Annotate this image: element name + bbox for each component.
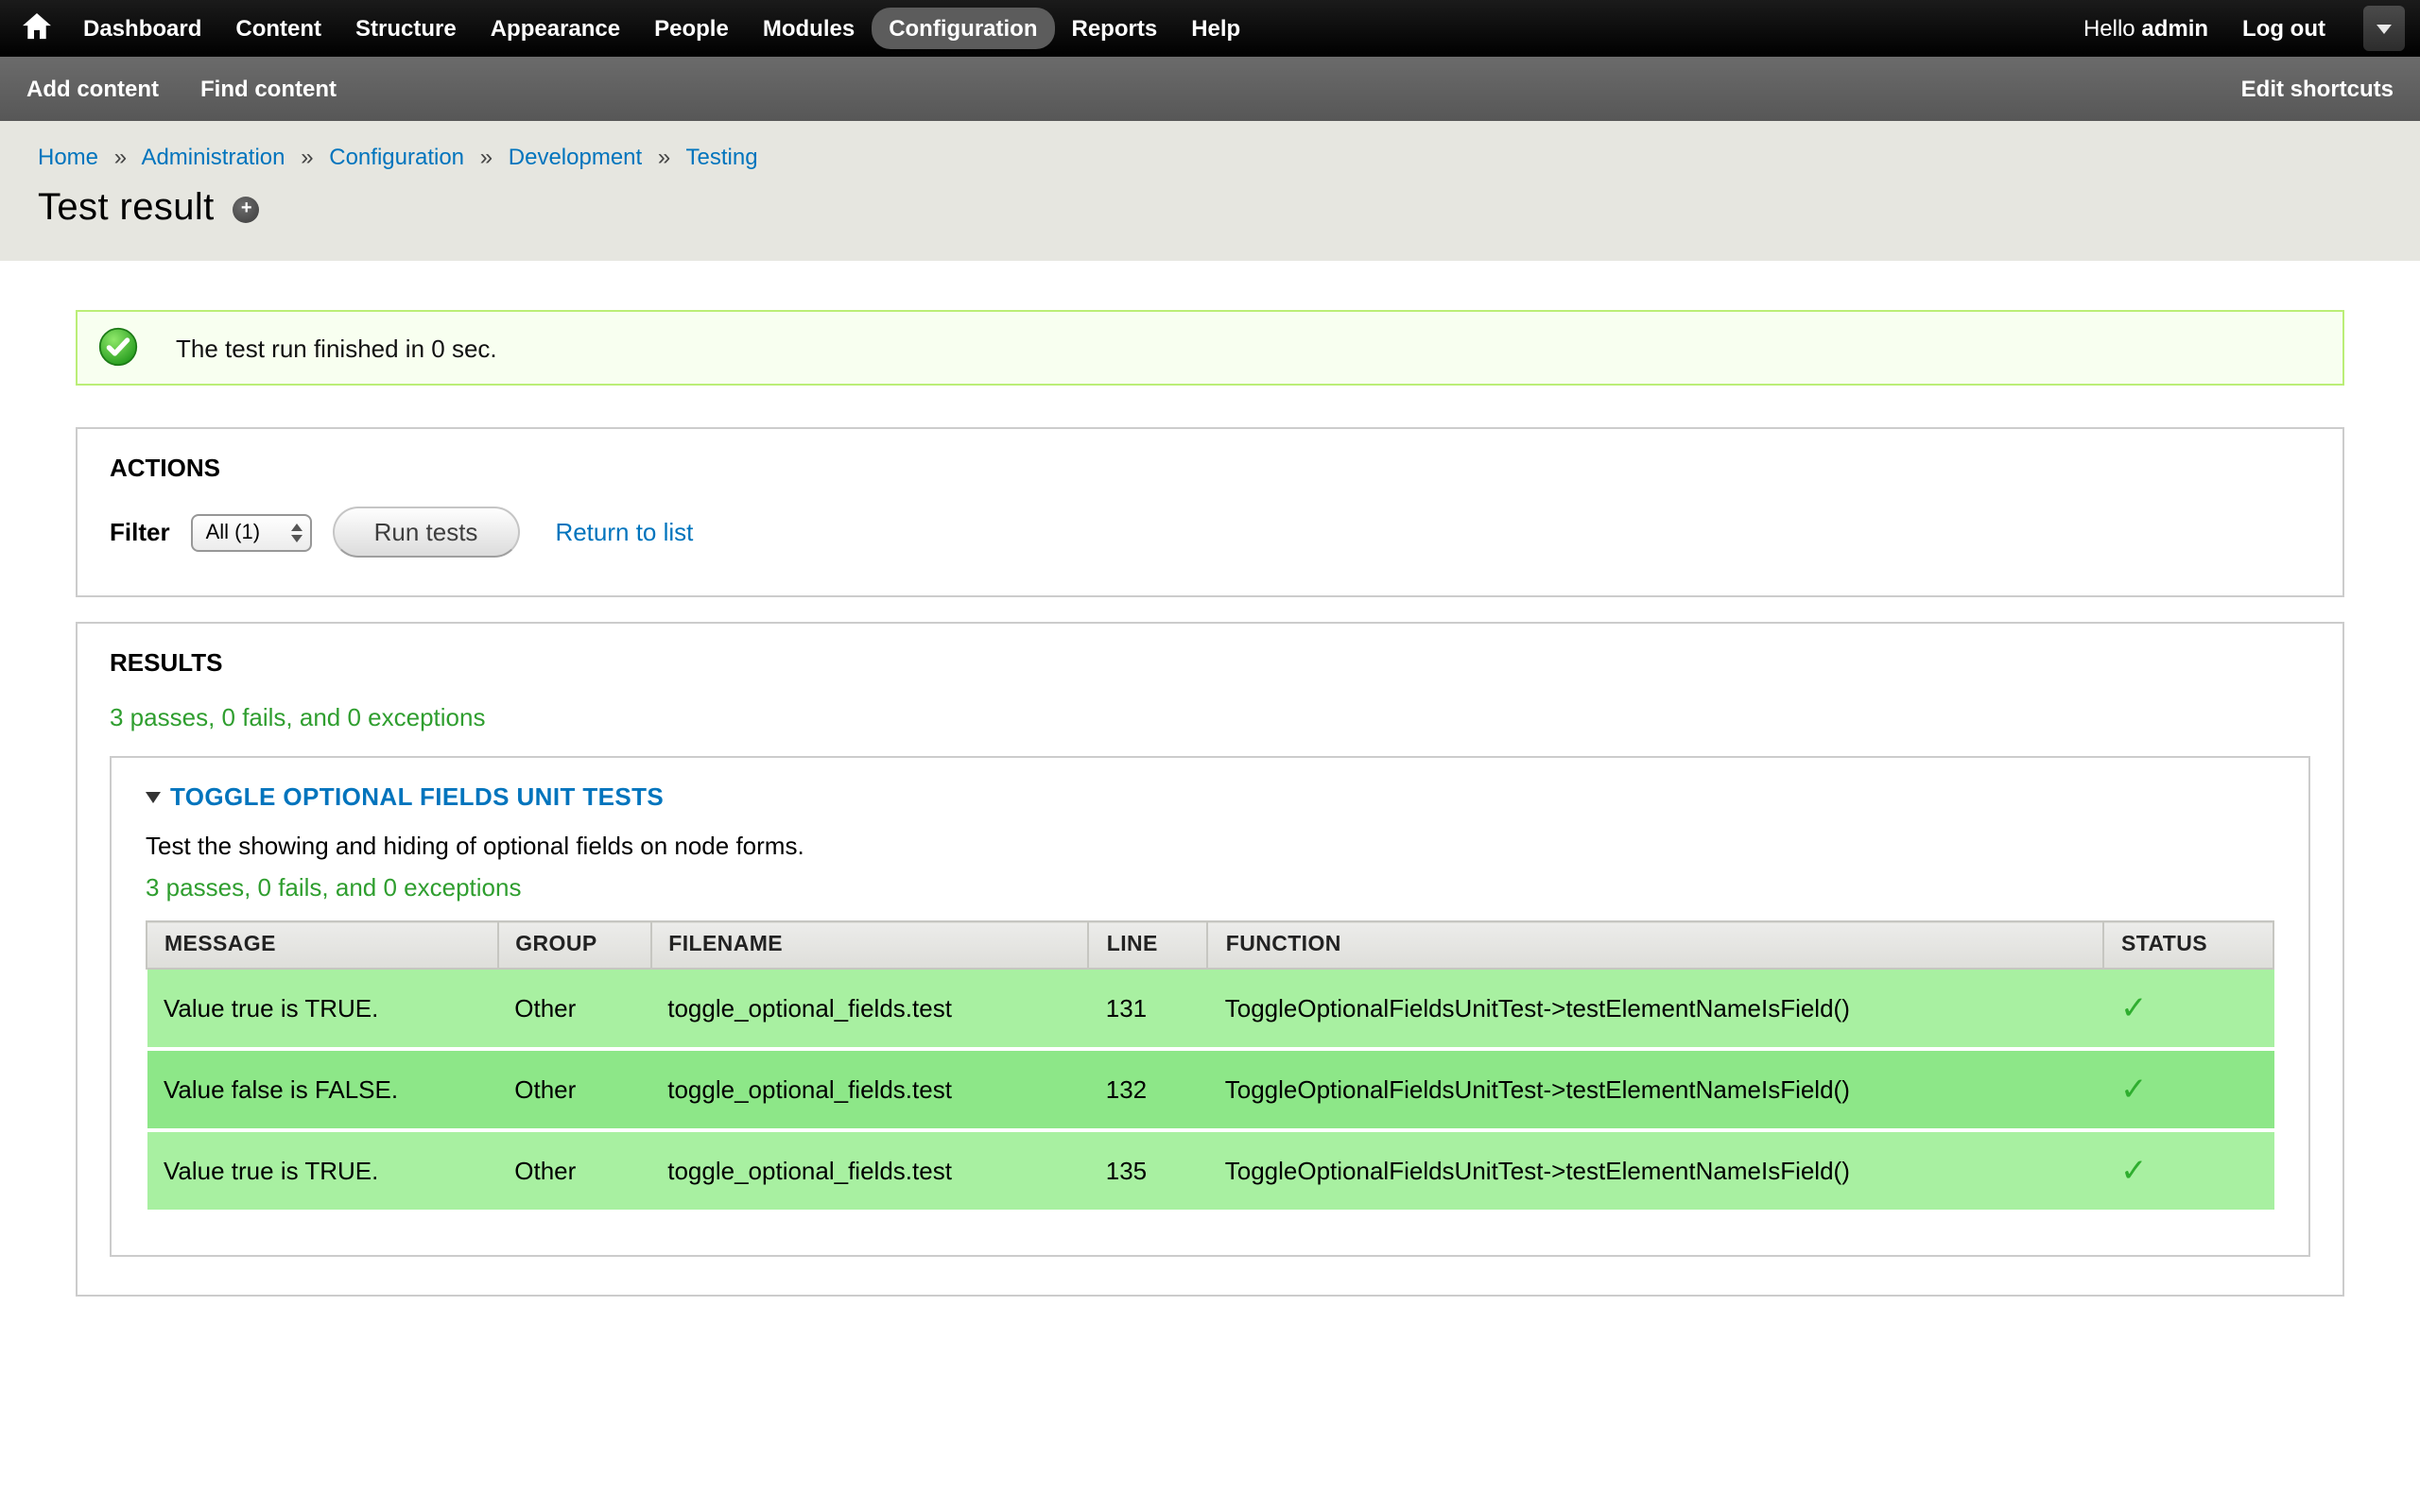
breadcrumb-separator: » [114,144,127,170]
results-table: MESSAGE GROUP FILENAME LINE FUNCTION STA… [146,920,2274,1213]
toolbar-item-reports[interactable]: Reports [1055,8,1175,49]
test-group-summary: 3 passes, 0 fails, and 0 exceptions [146,873,2274,902]
results-fieldset: RESULTS 3 passes, 0 fails, and 0 excepti… [76,622,2344,1297]
breadcrumb-separator: » [480,144,493,170]
filter-select-value: All (1) [206,521,260,543]
add-shortcut-icon[interactable]: + [233,196,260,222]
cell-message: Value true is TRUE. [147,1130,497,1211]
test-group-fieldset: TOGGLE OPTIONAL FIELDS UNIT TESTS Test t… [110,756,2310,1257]
filter-label: Filter [110,518,170,546]
cell-line: 132 [1089,1049,1208,1130]
pass-check-icon: ✓ [2120,1072,2148,1108]
page-title: Test result [38,187,215,231]
cell-message: Value true is TRUE. [147,969,497,1049]
cell-group: Other [497,1130,650,1211]
edit-shortcuts-link[interactable]: Edit shortcuts [2241,76,2394,102]
actions-legend: ACTIONS [110,454,2310,482]
filter-select[interactable]: All (1) [191,513,312,551]
header-filename: FILENAME [650,921,1089,969]
cell-function: ToggleOptionalFieldsUnitTest->testElemen… [1208,1049,2103,1130]
test-group-title-link[interactable]: TOGGLE OPTIONAL FIELDS UNIT TESTS [170,782,664,811]
breadcrumb-testing[interactable]: Testing [686,144,758,170]
breadcrumb-separator: » [301,144,313,170]
page-header: Home » Administration » Configuration » … [0,121,2420,261]
header-status: STATUS [2103,921,2273,969]
shortcut-find-content[interactable]: Find content [200,76,337,102]
cell-function: ToggleOptionalFieldsUnitTest->testElemen… [1208,1130,2103,1211]
cell-line: 131 [1089,969,1208,1049]
page: Dashboard Content Structure Appearance P… [0,0,2420,1512]
breadcrumb-home[interactable]: Home [38,144,98,170]
header-group: GROUP [497,921,650,969]
select-stepper-icon [291,523,302,541]
table-row: Value true is TRUE. Other toggle_optiona… [147,969,2273,1049]
status-message: The test run finished in 0 sec. [76,310,2344,386]
cell-filename: toggle_optional_fields.test [650,969,1089,1049]
results-summary: 3 passes, 0 fails, and 0 exceptions [110,703,2310,731]
header-message: MESSAGE [147,921,497,969]
pass-check-icon: ✓ [2120,990,2148,1026]
cell-group: Other [497,1049,650,1130]
breadcrumb: Home » Administration » Configuration » … [38,144,2382,170]
home-button[interactable] [15,7,66,50]
cell-line: 135 [1089,1130,1208,1211]
breadcrumb-administration[interactable]: Administration [141,144,285,170]
toolbar-item-help[interactable]: Help [1174,8,1257,49]
run-tests-button[interactable]: Run tests [333,507,520,558]
main-content: The test run finished in 0 sec. ACTIONS … [0,261,2420,1397]
breadcrumb-development[interactable]: Development [509,144,642,170]
shortcut-bar: Add content Find content Edit shortcuts [0,57,2420,121]
table-header-row: MESSAGE GROUP FILENAME LINE FUNCTION STA… [147,921,2273,969]
test-group-description: Test the showing and hiding of optional … [146,832,2274,860]
toolbar-item-modules[interactable]: Modules [746,8,872,49]
cell-filename: toggle_optional_fields.test [650,1049,1089,1130]
status-message-text: The test run finished in 0 sec. [176,334,497,362]
admin-toolbar: Dashboard Content Structure Appearance P… [0,0,2420,57]
status-ok-icon [98,327,138,372]
chevron-down-icon [2377,24,2392,33]
breadcrumb-configuration[interactable]: Configuration [329,144,464,170]
collapse-arrow-icon [146,791,161,802]
toolbar-toggle-button[interactable] [2363,6,2405,51]
cell-filename: toggle_optional_fields.test [650,1130,1089,1211]
toolbar-item-people[interactable]: People [637,8,746,49]
actions-fieldset: ACTIONS Filter All (1) Run tests Return … [76,427,2344,597]
table-row: Value false is FALSE. Other toggle_optio… [147,1049,2273,1130]
user-greeting: Hello admin [2083,15,2208,42]
home-icon [23,12,51,44]
cell-group: Other [497,969,650,1049]
header-line: LINE [1089,921,1208,969]
pass-check-icon: ✓ [2120,1153,2148,1189]
greeting-prefix: Hello [2083,15,2135,42]
toolbar-item-dashboard[interactable]: Dashboard [66,8,218,49]
toolbar-item-content[interactable]: Content [218,8,338,49]
table-row: Value true is TRUE. Other toggle_optiona… [147,1130,2273,1211]
header-function: FUNCTION [1208,921,2103,969]
shortcut-add-content[interactable]: Add content [26,76,159,102]
breadcrumb-separator: » [658,144,670,170]
cell-function: ToggleOptionalFieldsUnitTest->testElemen… [1208,969,2103,1049]
username[interactable]: admin [2141,15,2208,42]
cell-message: Value false is FALSE. [147,1049,497,1130]
logout-link[interactable]: Log out [2242,15,2325,42]
toolbar-item-structure[interactable]: Structure [338,8,474,49]
toolbar-item-configuration[interactable]: Configuration [872,8,1054,49]
return-to-list-link[interactable]: Return to list [555,518,693,546]
toolbar-item-appearance[interactable]: Appearance [474,8,637,49]
results-legend: RESULTS [110,648,2310,677]
